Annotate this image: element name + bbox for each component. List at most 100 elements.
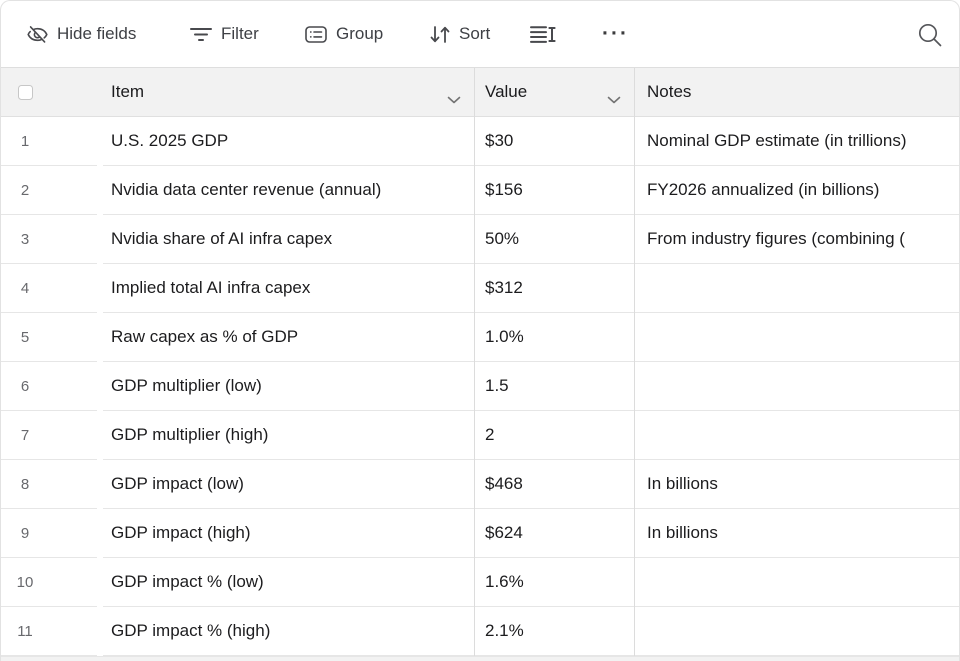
row-number: 7 [5, 427, 45, 444]
row-gutter[interactable]: 9 [0, 509, 97, 558]
row-gutter[interactable]: 1 [0, 117, 97, 166]
cell-item[interactable]: Nvidia data center revenue (annual) [103, 166, 474, 215]
row-number: 3 [5, 231, 45, 248]
row-gutter[interactable]: 2 [0, 166, 97, 215]
row-gutter[interactable]: 6 [0, 362, 97, 411]
sort-button[interactable]: Sort [430, 0, 490, 68]
column-label: Notes [647, 82, 691, 102]
cell-notes[interactable]: FY2026 annualized (in billions) [634, 166, 960, 215]
cell-text: 50% [485, 229, 519, 249]
cell-item[interactable]: Nvidia share of AI infra capex [103, 215, 474, 264]
cell-value[interactable]: $312 [474, 264, 634, 313]
cell-notes[interactable]: In billions [634, 460, 960, 509]
row-gutter[interactable]: 5 [0, 313, 97, 362]
cell-value[interactable]: $156 [474, 166, 634, 215]
cell-text: In billions [647, 523, 718, 543]
chevron-down-icon[interactable] [447, 89, 461, 109]
column-label: Value [485, 82, 527, 102]
cell-value[interactable]: 50% [474, 215, 634, 264]
cell-text: Nominal GDP estimate (in trillions) [647, 131, 906, 151]
row-gutter[interactable]: 11 [0, 607, 97, 656]
cell-text: 1.6% [485, 572, 524, 592]
cell-item[interactable]: GDP impact (low) [103, 460, 474, 509]
cell-text: GDP impact % (low) [111, 572, 264, 592]
search-icon [916, 21, 943, 48]
cell-item[interactable]: Implied total AI infra capex [103, 264, 474, 313]
row-height-icon [530, 25, 556, 44]
grid-footer-strip [0, 656, 960, 661]
row-number: 10 [5, 574, 45, 591]
cell-notes[interactable] [634, 362, 960, 411]
more-options-button[interactable]: ··· [602, 0, 629, 68]
cell-item[interactable]: GDP multiplier (high) [103, 411, 474, 460]
cell-item[interactable]: Raw capex as % of GDP [103, 313, 474, 362]
cell-text: Nvidia share of AI infra capex [111, 229, 332, 249]
cell-text: $156 [485, 180, 523, 200]
cell-value[interactable]: $624 [474, 509, 634, 558]
cell-item[interactable]: GDP multiplier (low) [103, 362, 474, 411]
row-gutter[interactable]: 7 [0, 411, 97, 460]
row-number: 4 [5, 280, 45, 297]
table-row[interactable]: 7 GDP multiplier (high) 2 [0, 411, 960, 460]
cell-item[interactable]: U.S. 2025 GDP [103, 117, 474, 166]
cell-value[interactable]: 1.0% [474, 313, 634, 362]
table-row[interactable]: 11 GDP impact % (high) 2.1% [0, 607, 960, 656]
column-divider[interactable] [474, 68, 475, 656]
row-gutter[interactable]: 4 [0, 264, 97, 313]
grid-view: Hide fields Filter [0, 0, 960, 661]
row-gutter[interactable]: 3 [0, 215, 97, 264]
table-row[interactable]: 3 Nvidia share of AI infra capex 50% Fro… [0, 215, 960, 264]
cell-text: 1.0% [485, 327, 524, 347]
hide-fields-label: Hide fields [57, 24, 136, 44]
cell-text: Implied total AI infra capex [111, 278, 310, 298]
cell-notes[interactable] [634, 411, 960, 460]
cell-text: U.S. 2025 GDP [111, 131, 228, 151]
row-number: 5 [5, 329, 45, 346]
cell-item[interactable]: GDP impact % (low) [103, 558, 474, 607]
table-row[interactable]: 9 GDP impact (high) $624 In billions [0, 509, 960, 558]
cell-notes[interactable] [634, 558, 960, 607]
cell-text: Raw capex as % of GDP [111, 327, 298, 347]
cell-text: $468 [485, 474, 523, 494]
table-row[interactable]: 2 Nvidia data center revenue (annual) $1… [0, 166, 960, 215]
cell-value[interactable]: 1.5 [474, 362, 634, 411]
group-button[interactable]: Group [305, 0, 383, 68]
table-row[interactable]: 5 Raw capex as % of GDP 1.0% [0, 313, 960, 362]
column-header-notes[interactable]: Notes [634, 68, 960, 116]
cell-item[interactable]: GDP impact % (high) [103, 607, 474, 656]
row-gutter[interactable]: 10 [0, 558, 97, 607]
cell-notes[interactable]: From industry figures (combining ( [634, 215, 960, 264]
row-height-button[interactable] [530, 0, 556, 68]
column-header-value[interactable]: Value [474, 68, 634, 116]
cell-text: GDP multiplier (low) [111, 376, 262, 396]
cell-notes[interactable] [634, 607, 960, 656]
column-divider[interactable] [634, 68, 635, 656]
cell-notes[interactable] [634, 313, 960, 362]
row-gutter[interactable]: 8 [0, 460, 97, 509]
cell-value[interactable]: $30 [474, 117, 634, 166]
cell-value[interactable]: 1.6% [474, 558, 634, 607]
cell-value[interactable]: 2 [474, 411, 634, 460]
filter-button[interactable]: Filter [190, 0, 259, 68]
cell-text: 1.5 [485, 376, 509, 396]
table-row[interactable]: 4 Implied total AI infra capex $312 [0, 264, 960, 313]
cell-notes[interactable]: In billions [634, 509, 960, 558]
table-row[interactable]: 10 GDP impact % (low) 1.6% [0, 558, 960, 607]
cell-text: GDP impact % (high) [111, 621, 270, 641]
cell-value[interactable]: $468 [474, 460, 634, 509]
cell-item[interactable]: GDP impact (high) [103, 509, 474, 558]
table-row[interactable]: 1 U.S. 2025 GDP $30 Nominal GDP estimate… [0, 117, 960, 166]
row-number: 2 [5, 182, 45, 199]
chevron-down-icon[interactable] [607, 89, 621, 109]
cell-notes[interactable] [634, 264, 960, 313]
column-header-item[interactable]: Item [0, 68, 474, 116]
cell-text: In billions [647, 474, 718, 494]
hide-fields-button[interactable]: Hide fields [27, 0, 136, 68]
cell-value[interactable]: 2.1% [474, 607, 634, 656]
cell-notes[interactable]: Nominal GDP estimate (in trillions) [634, 117, 960, 166]
table-row[interactable]: 6 GDP multiplier (low) 1.5 [0, 362, 960, 411]
search-button[interactable] [916, 0, 943, 68]
table-row[interactable]: 8 GDP impact (low) $468 In billions [0, 460, 960, 509]
row-number: 11 [5, 623, 45, 640]
row-number: 6 [5, 378, 45, 395]
